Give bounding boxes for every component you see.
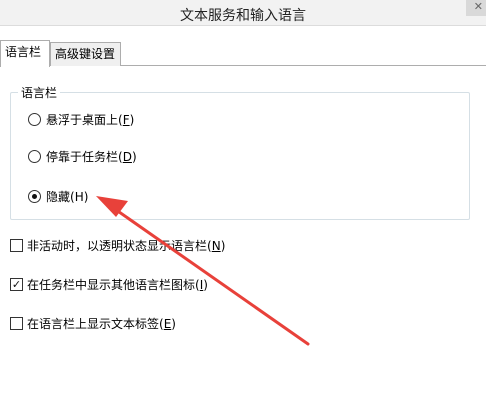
radio-label: 悬浮于桌面上(F) <box>46 113 135 127</box>
tab-advanced-key-settings[interactable]: 高级键设置 <box>50 42 121 66</box>
checkbox-label: 非活动时，以透明状态显示语言栏(N) <box>27 239 226 253</box>
groupbox-label: 语言栏 <box>18 84 61 101</box>
title-bar: 文本服务和输入语言 ✕ <box>0 0 486 26</box>
radio-button[interactable] <box>28 150 41 163</box>
checkbox-show-text-labels[interactable]: 在语言栏上显示文本标签(E) <box>10 315 176 332</box>
window-title: 文本服务和输入语言 <box>180 8 306 24</box>
close-icon: ✕ <box>473 0 483 13</box>
checkbox[interactable] <box>10 239 23 252</box>
radio-label: 停靠于任务栏(D) <box>46 150 137 164</box>
radio-hidden[interactable]: 隐藏(H) <box>28 188 88 205</box>
checkbox[interactable]: ✓ <box>10 278 23 291</box>
checkbox[interactable] <box>10 317 23 330</box>
checkbox-label: 在语言栏上显示文本标签(E) <box>27 317 176 331</box>
tab-bar: 语言栏 高级键设置 <box>0 40 486 67</box>
close-button[interactable]: ✕ <box>466 0 486 16</box>
checkbox-show-additional-icons[interactable]: ✓ 在任务栏中显示其他语言栏图标(I) <box>10 276 208 293</box>
radio-dock-in-taskbar[interactable]: 停靠于任务栏(D) <box>28 148 137 165</box>
radio-button[interactable] <box>28 190 41 203</box>
checkbox-label: 在任务栏中显示其他语言栏图标(I) <box>27 278 208 292</box>
radio-button[interactable] <box>28 113 41 126</box>
checkbox-transparent-when-inactive[interactable]: 非活动时，以透明状态显示语言栏(N) <box>10 237 225 254</box>
tab-language-bar[interactable]: 语言栏 <box>0 40 50 67</box>
radio-label: 隐藏(H) <box>46 190 89 204</box>
radio-float-on-desktop[interactable]: 悬浮于桌面上(F) <box>28 111 134 128</box>
checkmark-icon: ✓ <box>11 278 22 291</box>
